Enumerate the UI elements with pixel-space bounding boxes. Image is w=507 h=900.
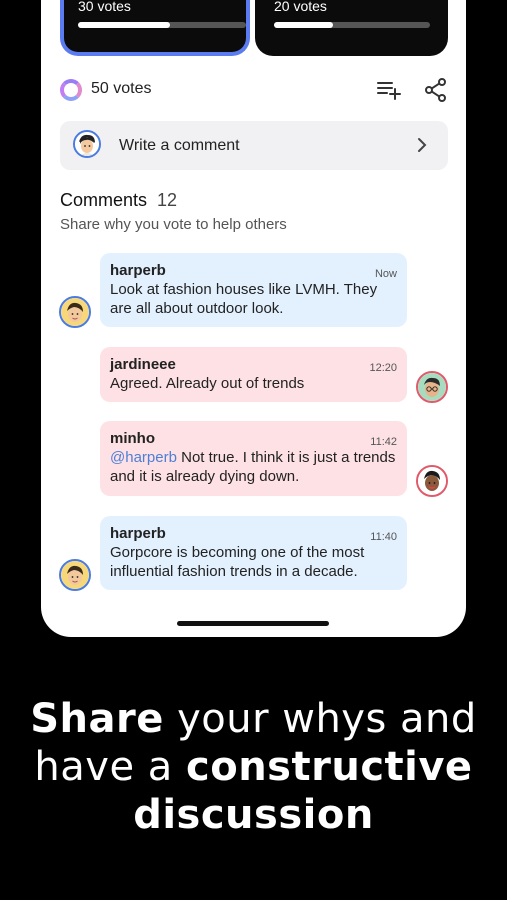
- comment-time: 11:42: [370, 436, 397, 448]
- tagline-light-2: have a: [34, 744, 187, 790]
- poll-option-a-bar: [78, 22, 246, 28]
- tagline-bold-3: discussion: [133, 792, 374, 838]
- comment-mention-link[interactable]: @harperb: [110, 449, 177, 466]
- poll-option-b-bar: [274, 22, 430, 28]
- comment-author: harperb: [110, 262, 166, 279]
- tagline-line-3: discussion: [0, 791, 507, 839]
- chevron-right-icon: [418, 138, 427, 152]
- write-comment-placeholder: Write a comment: [119, 137, 240, 154]
- comment-text: Agreed. Already out of trends: [110, 375, 305, 392]
- poll-option-b-card[interactable]: 20 votes: [255, 0, 448, 56]
- home-indicator[interactable]: [177, 621, 329, 626]
- comments-count: 12: [157, 190, 178, 210]
- comment-time: Now: [374, 268, 397, 280]
- comment-author: jardineee: [110, 356, 176, 373]
- comment-author: harperb: [110, 525, 166, 542]
- comment-text: Gorpcore is becoming one of the most inf…: [110, 544, 365, 580]
- comments-subtitle: Share why you vote to help others: [60, 216, 287, 233]
- poll-option-a-card[interactable]: 30 votes: [60, 0, 250, 56]
- comment-bubble[interactable]: minho 11:42 @harperb Not true. I think i…: [100, 421, 407, 496]
- comment-bubble[interactable]: harperb 11:40 Gorpcore is becoming one o…: [100, 516, 407, 590]
- votes-summary-row: 50 votes: [60, 77, 450, 103]
- tagline: Share your whys and have a constructive …: [0, 695, 507, 839]
- tagline-line-2: have a constructive: [0, 743, 507, 791]
- commenter-avatar[interactable]: [59, 559, 91, 591]
- comment-text: @harperb Not true. I think it is just a …: [110, 448, 397, 486]
- poll-option-b-bar-fill: [274, 22, 334, 28]
- comment-bubble[interactable]: harperb Now Look at fashion houses like …: [100, 253, 407, 327]
- playlist-add-icon[interactable]: [376, 77, 402, 103]
- poll-option-a-bar-fill: [78, 22, 171, 28]
- tagline-bold-1: Share: [30, 696, 164, 742]
- write-comment-field[interactable]: Write a comment: [60, 121, 448, 170]
- comment-text: Look at fashion houses like LVMH. They a…: [110, 281, 378, 317]
- comment-bubble[interactable]: jardineee 12:20 Agreed. Already out of t…: [100, 347, 407, 402]
- tagline-bold-2: constructive: [186, 744, 473, 790]
- commenter-avatar[interactable]: [416, 371, 448, 403]
- commenter-avatar[interactable]: [416, 465, 448, 497]
- user-avatar: [73, 130, 101, 158]
- poll-option-a-votes: 30 votes: [78, 0, 131, 14]
- commenter-avatar[interactable]: [59, 296, 91, 328]
- tagline-line-1: Share your whys and: [0, 695, 507, 743]
- comments-title: Comments: [60, 190, 148, 210]
- comment-time: 11:40: [370, 531, 397, 543]
- vote-ring-icon: [60, 79, 82, 101]
- share-icon[interactable]: [423, 77, 449, 103]
- total-votes: 50 votes: [91, 80, 152, 97]
- poll-option-b-votes: 20 votes: [274, 0, 327, 14]
- comment-author: minho: [110, 430, 155, 447]
- comment-time: 12:20: [369, 362, 397, 374]
- comments-heading: Comments 12: [60, 190, 177, 211]
- phone-screen: 30 votes 20 votes 50 votes Write a comme…: [41, 0, 466, 637]
- tagline-light-1: your whys and: [163, 696, 477, 742]
